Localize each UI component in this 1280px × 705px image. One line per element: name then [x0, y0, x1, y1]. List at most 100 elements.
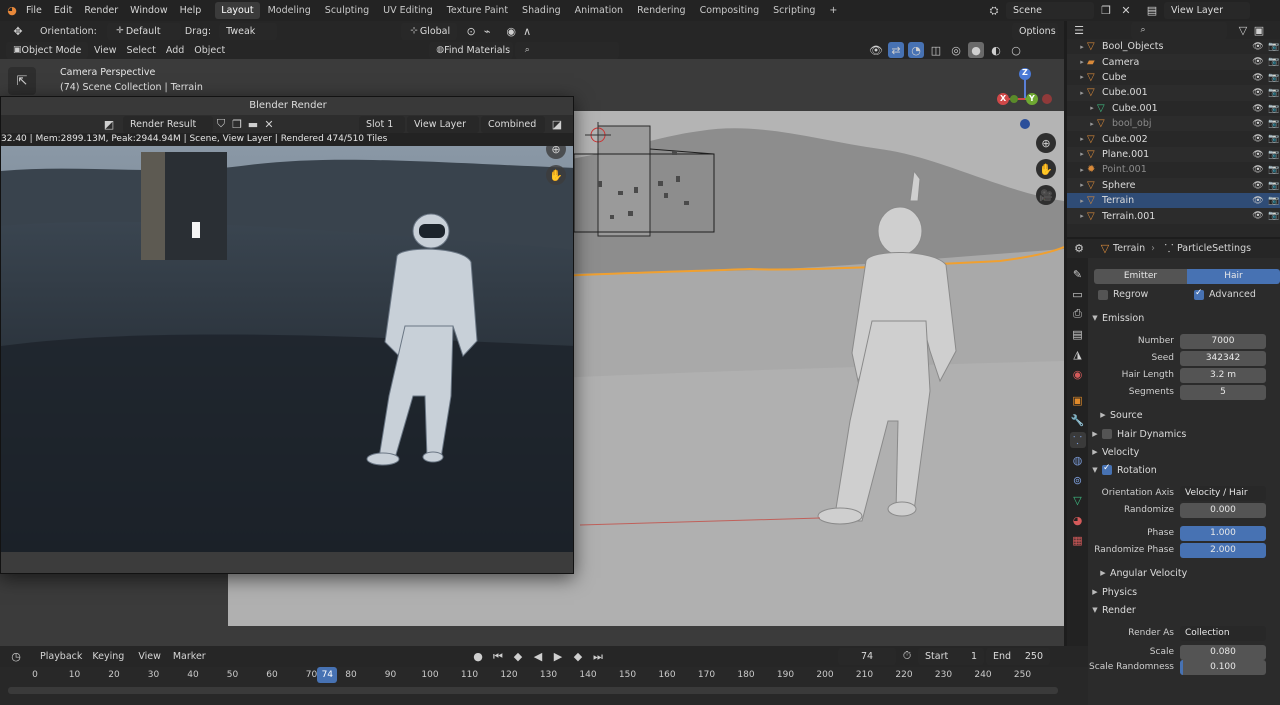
add-workspace-icon[interactable]: +	[823, 2, 843, 19]
zoom-icon[interactable]: ⊕	[1036, 133, 1056, 153]
render-camera-icon[interactable]: 📷	[1268, 210, 1280, 222]
filter-icon[interactable]: ▽	[1235, 22, 1251, 38]
physics-tab-icon[interactable]: ◍	[1070, 452, 1086, 468]
render-camera-icon[interactable]: 📷	[1268, 149, 1280, 161]
timeline-scrollbar[interactable]	[8, 687, 1058, 694]
render-result-field[interactable]: Render Result	[123, 115, 213, 133]
tab-shading[interactable]: Shading	[516, 2, 567, 19]
gizmo-toggle-icon[interactable]: ⇄	[888, 42, 904, 58]
camera-view-icon[interactable]: 🎥	[1036, 185, 1056, 205]
open-image-icon[interactable]: ▬	[245, 116, 261, 132]
render-camera-icon[interactable]: 📷	[1268, 87, 1280, 99]
visibility-eye-icon[interactable]: 👁	[1252, 103, 1264, 115]
render-zoom-icon[interactable]: ⊕	[546, 146, 566, 159]
render-camera-icon[interactable]: 📷	[1268, 195, 1280, 207]
expand-arrow-icon[interactable]: ▸	[1077, 212, 1087, 220]
jump-end-icon[interactable]: ⏭	[590, 649, 606, 665]
scene-name-field[interactable]: Scene	[1006, 2, 1094, 19]
render-result-image[interactable]: ⊕ ✋	[1, 146, 573, 552]
visibility-eye-icon[interactable]: 👁	[1252, 87, 1264, 99]
advanced-checkbox[interactable]: Advanced	[1194, 288, 1256, 300]
orientation-axis-dropdown[interactable]: Velocity / Hair	[1180, 486, 1266, 501]
expand-arrow-icon[interactable]: ▸	[1077, 73, 1087, 81]
menu-help[interactable]: Help	[174, 0, 208, 21]
move-tool-icon[interactable]: ✥	[10, 23, 26, 39]
tab-uv-editing[interactable]: UV Editing	[377, 2, 439, 19]
scene-tab-icon[interactable]: ◮	[1070, 346, 1086, 362]
outliner-row[interactable]: ▸ ▽ bool_obj 👁 📷	[1067, 116, 1280, 132]
modifier-tab-icon[interactable]: 🔧	[1070, 412, 1086, 428]
outliner-editor-icon[interactable]: ☰	[1071, 22, 1087, 38]
material-search-input[interactable]: ⌕	[515, 41, 620, 59]
close-image-icon[interactable]: ✕	[261, 116, 277, 132]
play-reverse-icon[interactable]: ◀	[530, 649, 546, 665]
outliner-search-input[interactable]: ⌕	[1131, 21, 1227, 39]
tab-rendering[interactable]: Rendering	[631, 2, 692, 19]
render-window[interactable]: Blender Render ◩ Render Result ⛉ ❐ ▬ ✕ S…	[0, 96, 574, 574]
viewport-menu-view[interactable]: View	[88, 45, 123, 56]
render-camera-icon[interactable]: 📷	[1268, 72, 1280, 84]
playhead[interactable]: 74	[317, 667, 338, 683]
section-hair-dynamics[interactable]: ▶ Hair Dynamics	[1088, 425, 1280, 443]
xray-icon[interactable]: ◫	[928, 42, 944, 58]
section-emission[interactable]: ▼ Emission	[1088, 309, 1280, 327]
seed-field[interactable]: 342342	[1180, 351, 1266, 366]
blender-logo-icon[interactable]: ◕	[4, 3, 20, 19]
viewport-menu-select[interactable]: Select	[123, 45, 160, 56]
start-frame-field[interactable]: Start 1	[918, 648, 984, 665]
hair-type-button[interactable]: Hair	[1187, 269, 1280, 284]
view-layer-name-field[interactable]: View Layer	[1164, 2, 1250, 19]
emitter-type-button[interactable]: Emitter	[1094, 269, 1187, 284]
render-camera-icon[interactable]: 📷	[1268, 41, 1280, 53]
render-window-title[interactable]: Blender Render	[1, 97, 573, 115]
constraints-tab-icon[interactable]: ⊚	[1070, 472, 1086, 488]
section-physics[interactable]: ▶ Physics	[1088, 583, 1280, 601]
play-icon[interactable]: ▶	[550, 649, 566, 665]
orientation-dropdown[interactable]: ✛ Default	[106, 22, 181, 40]
tab-compositing[interactable]: Compositing	[694, 2, 766, 19]
solid-shading-icon[interactable]: ●	[968, 42, 984, 58]
visibility-eye-icon[interactable]: 👁	[1252, 210, 1264, 222]
breadcrumb-particle-settings[interactable]: ParticleSettings	[1177, 243, 1251, 254]
expand-arrow-icon[interactable]: ▸	[1077, 43, 1087, 51]
find-materials-dropdown[interactable]: ◍ Find Materials	[429, 41, 514, 59]
outliner-row[interactable]: ▸ ▽ Cube.001 👁 📷	[1067, 101, 1280, 116]
tool-tab-icon[interactable]: ✎	[1070, 266, 1086, 282]
visibility-eye-icon[interactable]: 👁	[1252, 41, 1264, 53]
section-source[interactable]: ▶ Source	[1096, 406, 1280, 424]
outliner-row[interactable]: ▸ ▽ Sphere 👁 📷	[1067, 177, 1280, 193]
menu-edit[interactable]: Edit	[48, 0, 78, 21]
visibility-eye-icon[interactable]: 👁	[1252, 72, 1264, 84]
segments-field[interactable]: 5	[1180, 385, 1266, 400]
prev-keyframe-icon[interactable]: ◆	[510, 649, 526, 665]
timeline-menu-marker[interactable]: Marker	[173, 651, 206, 662]
particles-tab-icon[interactable]: ⸪	[1069, 432, 1086, 448]
remove-scene-icon[interactable]: ✕	[1118, 3, 1134, 19]
display-channels-icon[interactable]: ◪	[549, 116, 565, 132]
outliner-row[interactable]: ▸ ✹ Point.001 👁 📷	[1067, 162, 1280, 177]
view-layer-tab-icon[interactable]: ▤	[1070, 326, 1086, 342]
render-as-dropdown[interactable]: Collection	[1180, 626, 1266, 641]
outliner[interactable]: ☰ ⌕ ▽ ▣ ▸ ▽ Bool_Objects 👁 📷 ▸ ▰ Camera 👁 📷 ▸ ▽ Cube…	[1067, 21, 1280, 237]
material-shading-icon[interactable]: ◐	[988, 42, 1004, 58]
transform-space-dropdown[interactable]: ⊹ Global	[401, 22, 458, 40]
expand-arrow-icon[interactable]: ▸	[1077, 197, 1087, 205]
rendered-shading-icon[interactable]: ○	[1008, 42, 1024, 58]
visibility-eye-icon[interactable]: 👁	[1252, 56, 1264, 68]
timeline-menu-keying[interactable]: Keying	[92, 651, 124, 662]
menu-window[interactable]: Window	[124, 0, 173, 21]
fake-user-icon[interactable]: ⛉	[213, 116, 229, 132]
render-camera-icon[interactable]: 📷	[1268, 180, 1280, 192]
render-camera-icon[interactable]: 📷	[1268, 56, 1280, 68]
outliner-row[interactable]: ▸ ▰ Camera 👁 📷	[1067, 54, 1280, 70]
scene-selector[interactable]: ⛭ Scene ❐ ✕	[986, 2, 1134, 19]
mode-dropdown[interactable]: ▣ Object Mode	[6, 41, 88, 59]
visibility-eye-icon[interactable]: 👁	[1252, 118, 1264, 130]
select-box-tool-icon[interactable]: ⇱	[8, 67, 36, 95]
next-keyframe-icon[interactable]: ◆	[570, 649, 586, 665]
snap-icon[interactable]: ⌁	[479, 23, 495, 39]
tab-texture-paint[interactable]: Texture Paint	[441, 2, 514, 19]
expand-arrow-icon[interactable]: ▸	[1077, 135, 1087, 143]
pivot-icon[interactable]: ⊙	[463, 23, 479, 39]
stopwatch-icon[interactable]: ⏱	[899, 648, 915, 664]
